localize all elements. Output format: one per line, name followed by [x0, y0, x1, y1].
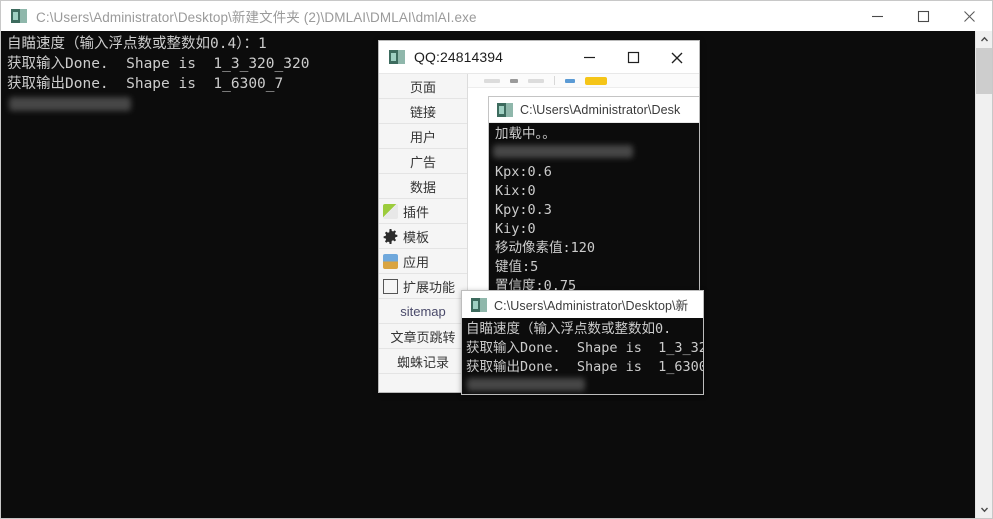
qq-window-title: QQ:24814394 — [414, 49, 503, 65]
redacted-text-block — [493, 145, 633, 158]
toolbar-chip[interactable] — [510, 79, 518, 83]
app-icon — [383, 254, 398, 269]
bottom-console-line-2: 获取输出Done. Shape is 1_6300 — [466, 358, 703, 377]
main-window-controls — [854, 1, 992, 31]
sidebar-item-label: 用户 — [410, 127, 436, 146]
minimize-button[interactable] — [854, 1, 900, 31]
scroll-down-arrow[interactable] — [976, 501, 992, 518]
bottom-console-titlebar[interactable]: C:\Users\Administrator\Desktop\新 — [462, 291, 703, 318]
sidebar-item-label: 蜘蛛记录 — [397, 352, 449, 371]
inner-console-title: C:\Users\Administrator\Desk — [520, 103, 680, 117]
sidebar-item-label: 插件 — [403, 202, 429, 221]
qq-minimize-button[interactable] — [567, 41, 611, 74]
main-console-line-1: 获取输入Done. Shape is 1_3_320_320 — [7, 54, 309, 74]
main-console-line-0: 自瞄速度（输入浮点数或整数如0.4）：1 — [7, 34, 267, 54]
sidebar-item-label: 扩展功能 — [403, 277, 455, 296]
sidebar-item-plugins[interactable]: 插件 — [379, 199, 467, 224]
sidebar-item-label: 数据 — [410, 177, 436, 196]
qq-sidebar: 页面 链接 用户 广告 数据 插件 — [379, 74, 468, 392]
sidebar-item-label: 应用 — [403, 252, 429, 271]
sidebar-item-data[interactable]: 数据 — [379, 174, 467, 199]
inner-console-line-6: 移动像素值:120 — [495, 239, 595, 258]
console-icon — [497, 103, 513, 117]
gear-icon — [383, 229, 398, 244]
extension-icon — [383, 279, 398, 294]
main-titlebar[interactable]: C:\Users\Administrator\Desktop\新建文件夹 (2)… — [1, 1, 992, 31]
qq-maximize-button[interactable] — [611, 41, 655, 74]
toolbar-chip[interactable] — [484, 79, 500, 83]
sidebar-item-article-jump[interactable]: 文章页跳转 — [379, 324, 467, 349]
inner-console-line-2: Kpx:0.6 — [495, 163, 552, 182]
main-scrollbar[interactable] — [975, 31, 992, 518]
sidebar-item-links[interactable]: 链接 — [379, 99, 467, 124]
qq-titlebar[interactable]: QQ:24814394 — [379, 41, 699, 74]
sidebar-item-label: sitemap — [400, 304, 446, 319]
redacted-text-block — [467, 378, 585, 391]
console-icon — [11, 9, 27, 23]
maximize-button[interactable] — [900, 1, 946, 31]
bottom-console-line-1: 获取输入Done. Shape is 1_3_32 — [466, 339, 703, 358]
sidebar-item-apps[interactable]: 应用 — [379, 249, 467, 274]
qq-window-controls — [567, 41, 699, 74]
inner-console-line-3: Kix:0 — [495, 182, 536, 201]
sidebar-item-label: 文章页跳转 — [390, 327, 455, 346]
inner-console-titlebar[interactable]: C:\Users\Administrator\Desk — [489, 97, 699, 123]
scrollbar-thumb[interactable] — [976, 48, 992, 94]
bottom-console-title: C:\Users\Administrator\Desktop\新 — [494, 295, 688, 314]
sidebar-item-label: 链接 — [410, 102, 436, 121]
inner-console-line-0: 加载中。。 — [495, 125, 556, 144]
sidebar-item-users[interactable]: 用户 — [379, 124, 467, 149]
main-console-line-2: 获取输出Done. Shape is 1_6300_7 — [7, 74, 283, 94]
toolbar-chip[interactable] — [528, 79, 544, 83]
sidebar-item-label: 广告 — [410, 152, 436, 171]
console-icon — [389, 50, 405, 64]
inner-console-line-7: 键值:5 — [495, 258, 538, 277]
sidebar-item-label: 模板 — [403, 227, 429, 246]
bottom-console-body[interactable]: 自瞄速度（输入浮点数或整数如0. 获取输入Done. Shape is 1_3_… — [462, 318, 703, 395]
inner-console-line-4: Kpy:0.3 — [495, 201, 552, 220]
sidebar-item-pages[interactable]: 页面 — [379, 74, 467, 99]
qq-toolbar[interactable] — [468, 74, 699, 88]
inner-console-line-5: Kiy:0 — [495, 220, 536, 239]
qq-close-button[interactable] — [655, 41, 699, 74]
sidebar-item-templates[interactable]: 模板 — [379, 224, 467, 249]
desktop-root: C:\Users\Administrator\Desktop\新建文件夹 (2)… — [0, 0, 993, 519]
main-window-title: C:\Users\Administrator\Desktop\新建文件夹 (2)… — [36, 6, 477, 26]
toolbar-highlight-chip[interactable] — [585, 77, 607, 85]
toolbar-chip[interactable] — [565, 79, 575, 83]
sidebar-item-ads[interactable]: 广告 — [379, 149, 467, 174]
toolbar-separator — [554, 76, 555, 85]
bottom-console-window: C:\Users\Administrator\Desktop\新 自瞄速度（输入… — [461, 290, 704, 395]
console-icon — [471, 298, 487, 312]
redacted-text-block — [9, 97, 131, 111]
bottom-console-line-0: 自瞄速度（输入浮点数或整数如0. — [466, 320, 671, 339]
close-button[interactable] — [946, 1, 992, 31]
scroll-up-arrow[interactable] — [976, 31, 992, 48]
sidebar-item-label: 页面 — [410, 77, 436, 96]
sidebar-item-sitemap[interactable]: sitemap — [379, 299, 467, 324]
plugin-icon — [383, 204, 398, 219]
sidebar-item-spider-log[interactable]: 蜘蛛记录 — [379, 349, 467, 374]
sidebar-item-extensions[interactable]: 扩展功能 — [379, 274, 467, 299]
